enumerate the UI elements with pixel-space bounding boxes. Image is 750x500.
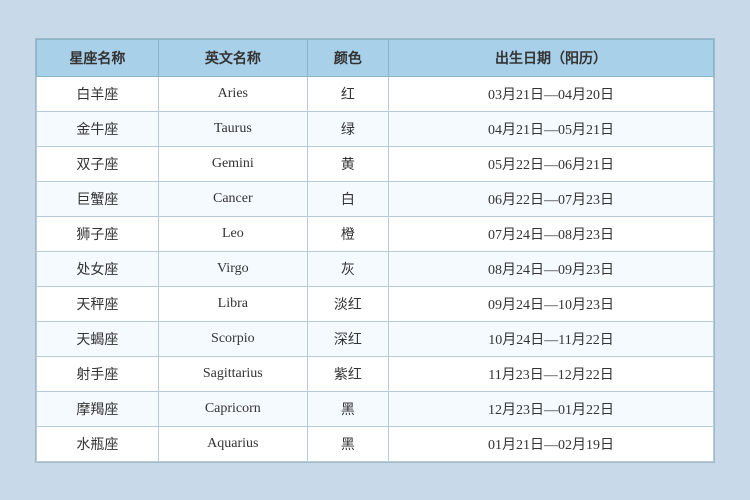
cell-color: 绿 xyxy=(307,111,388,146)
cell-date: 12月23日—01月22日 xyxy=(389,391,714,426)
zodiac-table-wrapper: 星座名称 英文名称 颜色 出生日期（阳历） 白羊座Aries红03月21日—04… xyxy=(35,38,715,463)
cell-en-name: Capricorn xyxy=(158,391,307,426)
cell-en-name: Gemini xyxy=(158,146,307,181)
cell-color: 淡红 xyxy=(307,286,388,321)
cell-zh-name: 巨蟹座 xyxy=(37,181,159,216)
table-row: 金牛座Taurus绿04月21日—05月21日 xyxy=(37,111,714,146)
cell-color: 黑 xyxy=(307,391,388,426)
cell-color: 深红 xyxy=(307,321,388,356)
cell-zh-name: 处女座 xyxy=(37,251,159,286)
cell-zh-name: 双子座 xyxy=(37,146,159,181)
table-row: 巨蟹座Cancer白06月22日—07月23日 xyxy=(37,181,714,216)
cell-en-name: Aquarius xyxy=(158,426,307,461)
cell-color: 白 xyxy=(307,181,388,216)
cell-color: 黄 xyxy=(307,146,388,181)
table-row: 天蝎座Scorpio深红10月24日—11月22日 xyxy=(37,321,714,356)
cell-color: 橙 xyxy=(307,216,388,251)
table-row: 摩羯座Capricorn黑12月23日—01月22日 xyxy=(37,391,714,426)
cell-date: 10月24日—11月22日 xyxy=(389,321,714,356)
table-row: 白羊座Aries红03月21日—04月20日 xyxy=(37,76,714,111)
cell-zh-name: 天蝎座 xyxy=(37,321,159,356)
cell-date: 07月24日—08月23日 xyxy=(389,216,714,251)
zodiac-table: 星座名称 英文名称 颜色 出生日期（阳历） 白羊座Aries红03月21日—04… xyxy=(36,39,714,462)
cell-color: 红 xyxy=(307,76,388,111)
cell-en-name: Cancer xyxy=(158,181,307,216)
header-date: 出生日期（阳历） xyxy=(389,39,714,76)
header-color: 颜色 xyxy=(307,39,388,76)
cell-zh-name: 狮子座 xyxy=(37,216,159,251)
cell-en-name: Virgo xyxy=(158,251,307,286)
cell-zh-name: 射手座 xyxy=(37,356,159,391)
table-row: 水瓶座Aquarius黑01月21日—02月19日 xyxy=(37,426,714,461)
cell-date: 09月24日—10月23日 xyxy=(389,286,714,321)
cell-zh-name: 白羊座 xyxy=(37,76,159,111)
cell-date: 11月23日—12月22日 xyxy=(389,356,714,391)
table-row: 狮子座Leo橙07月24日—08月23日 xyxy=(37,216,714,251)
table-body: 白羊座Aries红03月21日—04月20日金牛座Taurus绿04月21日—0… xyxy=(37,76,714,461)
cell-en-name: Taurus xyxy=(158,111,307,146)
cell-en-name: Aries xyxy=(158,76,307,111)
table-row: 射手座Sagittarius紫红11月23日—12月22日 xyxy=(37,356,714,391)
cell-zh-name: 金牛座 xyxy=(37,111,159,146)
cell-date: 03月21日—04月20日 xyxy=(389,76,714,111)
table-header-row: 星座名称 英文名称 颜色 出生日期（阳历） xyxy=(37,39,714,76)
cell-en-name: Libra xyxy=(158,286,307,321)
cell-zh-name: 水瓶座 xyxy=(37,426,159,461)
table-row: 天秤座Libra淡红09月24日—10月23日 xyxy=(37,286,714,321)
cell-color: 紫红 xyxy=(307,356,388,391)
table-row: 双子座Gemini黄05月22日—06月21日 xyxy=(37,146,714,181)
cell-zh-name: 摩羯座 xyxy=(37,391,159,426)
cell-date: 04月21日—05月21日 xyxy=(389,111,714,146)
cell-color: 灰 xyxy=(307,251,388,286)
table-row: 处女座Virgo灰08月24日—09月23日 xyxy=(37,251,714,286)
header-zh-name: 星座名称 xyxy=(37,39,159,76)
cell-en-name: Sagittarius xyxy=(158,356,307,391)
cell-color: 黑 xyxy=(307,426,388,461)
cell-date: 08月24日—09月23日 xyxy=(389,251,714,286)
cell-en-name: Scorpio xyxy=(158,321,307,356)
cell-date: 05月22日—06月21日 xyxy=(389,146,714,181)
cell-en-name: Leo xyxy=(158,216,307,251)
cell-date: 06月22日—07月23日 xyxy=(389,181,714,216)
cell-zh-name: 天秤座 xyxy=(37,286,159,321)
cell-date: 01月21日—02月19日 xyxy=(389,426,714,461)
header-en-name: 英文名称 xyxy=(158,39,307,76)
